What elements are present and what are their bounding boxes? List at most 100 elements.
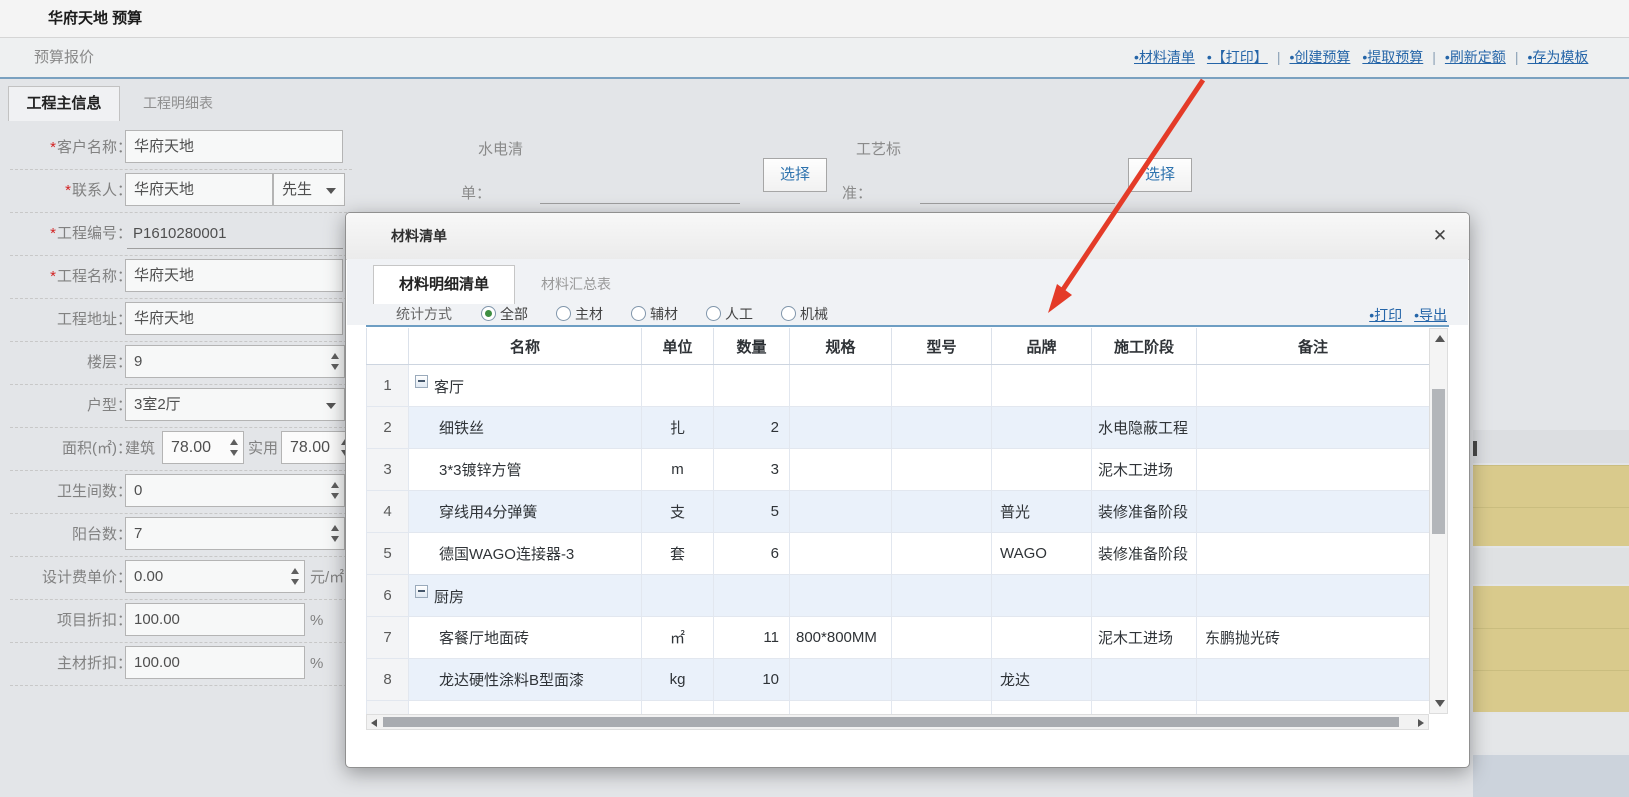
tab-material-summary[interactable]: 材料汇总表: [513, 265, 639, 303]
cell-num: 3: [367, 449, 409, 491]
spinner-arrows-icon[interactable]: [331, 353, 339, 370]
stat-mode-label: 统计方式: [396, 303, 452, 325]
radio-icon[interactable]: [631, 306, 646, 321]
scroll-up-icon[interactable]: [1435, 335, 1445, 342]
radio-icon[interactable]: [706, 306, 721, 321]
column-header[interactable]: 规格: [790, 328, 892, 365]
area-usable-stepper[interactable]: 78.00: [281, 431, 355, 464]
spinner-arrows-icon[interactable]: [331, 482, 339, 499]
material-row[interactable]: 9暗拉手系列450129只10450356名门米纱银: [367, 701, 1430, 715]
contact-title-value: 先生: [282, 181, 312, 198]
tab-project-main-info[interactable]: 工程主信息: [8, 86, 120, 121]
material-row[interactable]: 7客餐厅地面砖㎡11800*800MM泥木工进场东鹏抛光砖: [367, 617, 1430, 659]
stat-radio-主材[interactable]: 主材: [556, 303, 603, 325]
horizontal-scrollbar-thumb[interactable]: [383, 717, 1399, 727]
radio-icon[interactable]: [556, 306, 571, 321]
column-header[interactable]: 型号: [892, 328, 992, 365]
cell-unit: 套: [642, 533, 714, 575]
material-name: 龙达硬性涂料B型面漆: [439, 672, 584, 689]
dialog-link[interactable]: •导出: [1414, 307, 1447, 323]
radio-icon[interactable]: [781, 306, 796, 321]
header-link[interactable]: •提取预算: [1362, 49, 1423, 65]
area-built-stepper[interactable]: 78.00: [162, 431, 244, 464]
cell-spec: [790, 365, 892, 407]
hydro-list-input[interactable]: [540, 203, 740, 204]
stat-radio-机械[interactable]: 机械: [781, 303, 828, 325]
material-row[interactable]: 2细铁丝扎2水电隐蔽工程: [367, 407, 1430, 449]
material-discount-input[interactable]: 100.00: [125, 646, 305, 679]
cell-stage: [1092, 659, 1197, 701]
material-row[interactable]: 33*3镀锌方管m3泥木工进场: [367, 449, 1430, 491]
scroll-right-icon[interactable]: [1418, 719, 1424, 727]
group-row[interactable]: 6厨房: [367, 575, 1430, 617]
layout-select[interactable]: 3室2厅: [125, 388, 345, 421]
header-link[interactable]: •存为模板: [1527, 49, 1588, 65]
stat-radio-全部[interactable]: 全部: [481, 303, 528, 325]
customer-name-input[interactable]: 华府天地: [125, 130, 343, 163]
header-divider: [0, 77, 1629, 79]
close-icon[interactable]: ✕: [1429, 225, 1451, 247]
background-row: [1473, 755, 1629, 797]
area-built-label: 建筑: [125, 427, 155, 470]
collapse-icon[interactable]: [415, 585, 428, 598]
bathrooms-stepper[interactable]: 0: [125, 474, 345, 507]
cell-note: [1197, 365, 1430, 407]
design-fee-stepper[interactable]: 0.00: [125, 560, 305, 593]
hydro-list-select-button[interactable]: 选择: [763, 158, 827, 192]
column-header[interactable]: 名称: [409, 328, 642, 365]
project-discount-input[interactable]: 100.00: [125, 603, 305, 636]
spinner-arrows-icon[interactable]: [291, 568, 299, 585]
column-header[interactable]: 施工阶段: [1092, 328, 1197, 365]
contact-input[interactable]: 华府天地: [125, 173, 273, 206]
cell-name: 厨房: [409, 575, 642, 617]
cell-note: [1197, 659, 1430, 701]
balconies-stepper[interactable]: 7: [125, 517, 345, 550]
group-row[interactable]: 1客厅: [367, 365, 1430, 407]
contact-title-select[interactable]: 先生: [273, 173, 345, 206]
horizontal-scrollbar[interactable]: [366, 714, 1429, 730]
cell-spec: [790, 533, 892, 575]
collapse-icon[interactable]: [415, 375, 428, 388]
column-header[interactable]: 数量: [714, 328, 790, 365]
header-link[interactable]: •刷新定额: [1445, 49, 1506, 65]
column-header[interactable]: [367, 328, 409, 365]
cell-brand: [992, 407, 1092, 449]
header-link[interactable]: •材料清单: [1134, 49, 1195, 65]
craft-standard-input[interactable]: [920, 203, 1115, 204]
field-area: 面积(㎡)： 建筑 78.00 实用 78.00: [10, 427, 352, 471]
field-contact: *联系人： 华府天地 先生: [10, 169, 352, 213]
spinner-arrows-icon[interactable]: [331, 525, 339, 542]
material-row[interactable]: 5德国WAGO连接器-3套6WAGO装修准备阶段: [367, 533, 1430, 575]
stat-radio-人工[interactable]: 人工: [706, 303, 753, 325]
cell-note: [1197, 533, 1430, 575]
radio-selected-icon[interactable]: [481, 306, 496, 321]
material-row[interactable]: 4穿线用4分弹簧支5普光装修准备阶段: [367, 491, 1430, 533]
column-header[interactable]: 单位: [642, 328, 714, 365]
tab-material-detail-list[interactable]: 材料明细清单: [373, 265, 515, 304]
project-name-input[interactable]: 华府天地: [125, 259, 343, 292]
cell-num: 5: [367, 533, 409, 575]
header-link[interactable]: •创建预算: [1289, 49, 1350, 65]
scroll-down-icon[interactable]: [1435, 700, 1445, 707]
project-address-input[interactable]: 华府天地: [125, 302, 343, 335]
scroll-left-icon[interactable]: [371, 719, 377, 727]
floor-stepper[interactable]: 9: [125, 345, 345, 378]
cell-unit: 只: [642, 701, 714, 715]
vertical-scrollbar[interactable]: [1429, 328, 1448, 714]
dialog-link[interactable]: •打印: [1369, 307, 1402, 323]
chevron-down-icon: [326, 188, 336, 194]
cell-spec: [790, 659, 892, 701]
stat-radio-辅材[interactable]: 辅材: [631, 303, 678, 325]
material-row[interactable]: 8龙达硬性涂料B型面漆kg10龙达: [367, 659, 1430, 701]
spinner-arrows-icon[interactable]: [230, 439, 238, 456]
tab-project-detail[interactable]: 工程明细表: [120, 86, 236, 120]
cell-note: [1197, 575, 1430, 617]
column-header[interactable]: 品牌: [992, 328, 1092, 365]
vertical-scrollbar-thumb[interactable]: [1432, 389, 1445, 534]
header-link[interactable]: •【打印】: [1207, 49, 1268, 65]
cell-stage: 泥木工进场: [1092, 617, 1197, 659]
craft-standard-select-button[interactable]: 选择: [1128, 158, 1192, 192]
column-header[interactable]: 备注: [1197, 328, 1430, 365]
cell-qty: 11: [714, 617, 790, 659]
field-label: 工程名称：: [57, 268, 132, 285]
